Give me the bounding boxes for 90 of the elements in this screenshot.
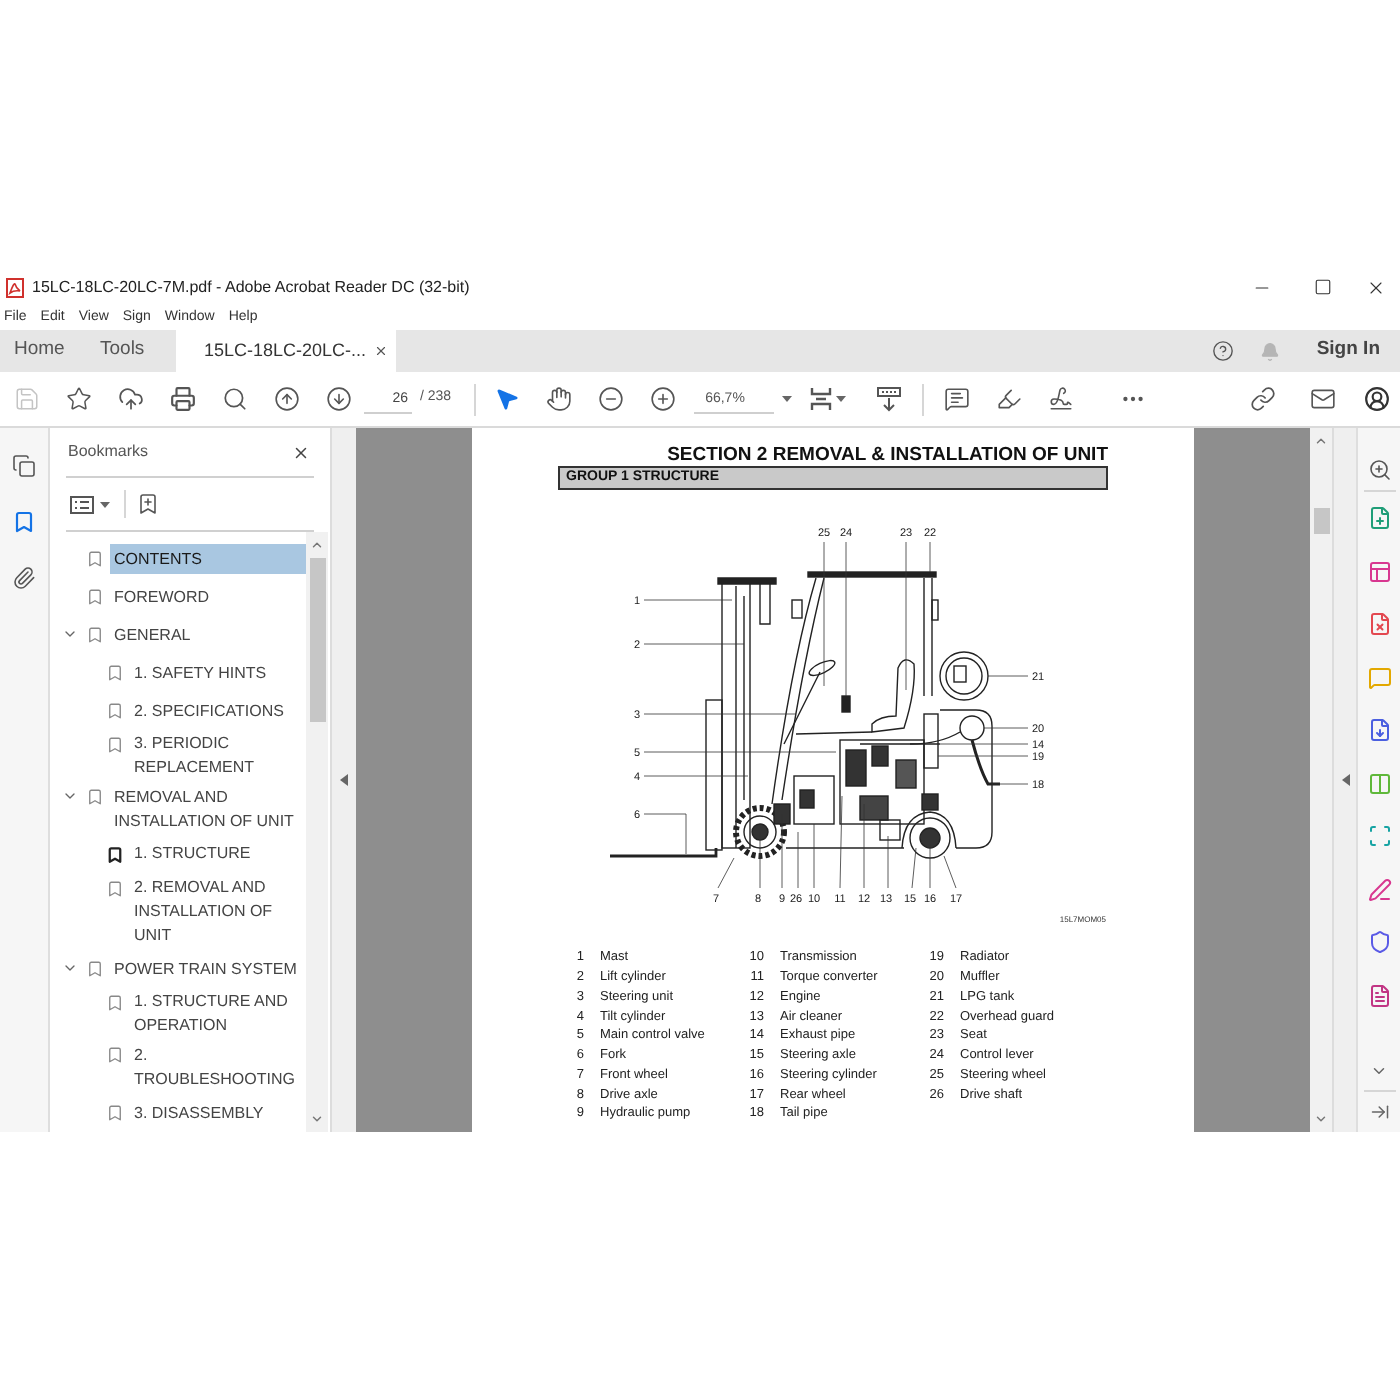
arrow-down-circle-icon[interactable] bbox=[325, 386, 351, 412]
file-x-icon[interactable] bbox=[1367, 612, 1391, 637]
pages-icon[interactable] bbox=[12, 454, 36, 478]
bookmark-item[interactable]: REMOVAL AND INSTALLATION OF UNIT bbox=[110, 782, 306, 837]
scroll-down-icon[interactable] bbox=[310, 1112, 324, 1126]
close-icon[interactable] bbox=[374, 344, 389, 358]
bookmark-item[interactable]: 1. SAFETY HINTS bbox=[130, 658, 306, 688]
leader-line bbox=[937, 755, 1029, 757]
leader-line bbox=[887, 835, 889, 889]
bookmark-item[interactable]: GENERAL bbox=[110, 620, 306, 650]
comment-icon[interactable] bbox=[944, 386, 971, 412]
leader-line bbox=[797, 831, 799, 889]
collapse-arrow-icon[interactable] bbox=[1341, 774, 1349, 786]
caret-icon[interactable] bbox=[781, 396, 792, 402]
leader-line bbox=[863, 803, 865, 889]
star-icon[interactable] bbox=[65, 386, 91, 412]
cloud-upload-icon[interactable] bbox=[117, 386, 143, 412]
close-icon[interactable] bbox=[1366, 277, 1386, 297]
caret-icon[interactable] bbox=[100, 501, 110, 507]
fit-page-icon[interactable] bbox=[809, 386, 832, 412]
scrollbar-thumb[interactable] bbox=[309, 558, 325, 722]
user-icon[interactable] bbox=[1363, 386, 1389, 412]
leader-line bbox=[717, 857, 735, 889]
leader-line bbox=[987, 675, 1029, 677]
leader-line bbox=[929, 541, 931, 573]
bookmark-item[interactable]: CONTENTS bbox=[110, 544, 306, 574]
paperclip-icon[interactable] bbox=[12, 566, 36, 590]
bookmark-item[interactable]: FOREWORD bbox=[110, 582, 306, 612]
document-icon[interactable] bbox=[1367, 983, 1391, 1008]
highlighter-icon[interactable] bbox=[996, 386, 1023, 412]
bookmark-item[interactable]: POWER TRAIN SYSTEM bbox=[110, 954, 306, 985]
pdf-file-icon bbox=[6, 277, 24, 297]
caret-icon[interactable] bbox=[835, 396, 846, 402]
bookmark-item[interactable]: 1. STRUCTURE bbox=[130, 839, 306, 870]
bookmark-icon[interactable] bbox=[12, 510, 36, 534]
document-tab[interactable]: 15LC-18LC-20LC-... bbox=[176, 330, 396, 372]
maximize-icon[interactable] bbox=[1313, 278, 1331, 296]
pointer-icon[interactable] bbox=[494, 386, 521, 412]
leader-line bbox=[643, 643, 745, 645]
scrollbar[interactable] bbox=[306, 532, 328, 1132]
scroll-up-icon[interactable] bbox=[310, 538, 324, 552]
hand-icon[interactable] bbox=[546, 386, 573, 412]
chevron-icon[interactable] bbox=[62, 626, 78, 642]
leader-line bbox=[813, 823, 815, 889]
arrow-up-circle-icon[interactable] bbox=[273, 386, 299, 412]
panel-title: Bookmarks bbox=[68, 440, 149, 464]
bookmark-item[interactable]: 2. TROUBLESHOOTING bbox=[130, 1040, 306, 1095]
leader-line bbox=[929, 843, 931, 889]
section-title: SECTION 2 REMOVAL & INSTALLATION OF UNIT bbox=[665, 444, 1108, 466]
leader-line bbox=[991, 783, 1029, 785]
bookmark-plus-icon[interactable] bbox=[136, 492, 160, 516]
bookmark-item[interactable]: 2. REMOVAL AND INSTALLATION OF UNIT bbox=[130, 873, 306, 952]
scroll-up-icon[interactable] bbox=[1314, 434, 1328, 448]
scroll-down-icon[interactable] bbox=[1314, 1112, 1328, 1126]
zoom-in-icon[interactable] bbox=[650, 386, 677, 412]
window-title: 15LC-18LC-20LC-7M.pdf - Adobe Acrobat Reader DC (32-bit) bbox=[32, 277, 470, 297]
scrollbar-thumb[interactable] bbox=[1313, 508, 1329, 534]
pen-icon[interactable] bbox=[1367, 877, 1391, 902]
print-icon[interactable] bbox=[169, 386, 195, 412]
close-icon[interactable] bbox=[292, 443, 310, 461]
zoom-icon[interactable] bbox=[1367, 457, 1391, 481]
layout-icon[interactable] bbox=[1367, 559, 1391, 584]
scroll-mode-icon[interactable] bbox=[875, 386, 902, 412]
collapse-arrow-icon[interactable] bbox=[340, 774, 348, 786]
search-icon[interactable] bbox=[221, 386, 247, 412]
leader-line bbox=[983, 727, 1029, 729]
leader-line bbox=[911, 847, 917, 889]
signature-icon[interactable] bbox=[1048, 386, 1075, 412]
bookmark-item[interactable]: 3. PERIODIC REPLACEMENT bbox=[130, 729, 306, 784]
arrow-to-line-icon[interactable] bbox=[1369, 1102, 1389, 1122]
leader-line bbox=[643, 775, 749, 777]
leader-line bbox=[643, 813, 687, 855]
bookmark-item[interactable]: 3. DISASSEMBLY bbox=[130, 1098, 306, 1129]
leader-line bbox=[943, 855, 957, 889]
mail-icon[interactable] bbox=[1309, 386, 1335, 412]
leader-line bbox=[643, 599, 733, 601]
leader-line bbox=[839, 795, 843, 889]
zoom-out-icon[interactable] bbox=[598, 386, 625, 412]
scan-icon[interactable] bbox=[1367, 824, 1391, 849]
sign-in-button[interactable]: Sign In bbox=[1316, 336, 1380, 366]
shield-icon[interactable] bbox=[1367, 930, 1391, 955]
leader-line bbox=[939, 743, 1029, 745]
bookmark-item[interactable]: 1. STRUCTURE AND OPERATION bbox=[130, 987, 306, 1042]
file-plus-icon[interactable] bbox=[1367, 506, 1391, 531]
link-icon[interactable] bbox=[1249, 386, 1275, 412]
help-icon[interactable] bbox=[1212, 340, 1235, 362]
list-options-icon[interactable] bbox=[70, 495, 94, 513]
file-download-icon[interactable] bbox=[1367, 718, 1391, 743]
scrollbar[interactable] bbox=[1310, 428, 1332, 1132]
bookmark-item[interactable]: 2. SPECIFICATIONS bbox=[130, 696, 306, 726]
